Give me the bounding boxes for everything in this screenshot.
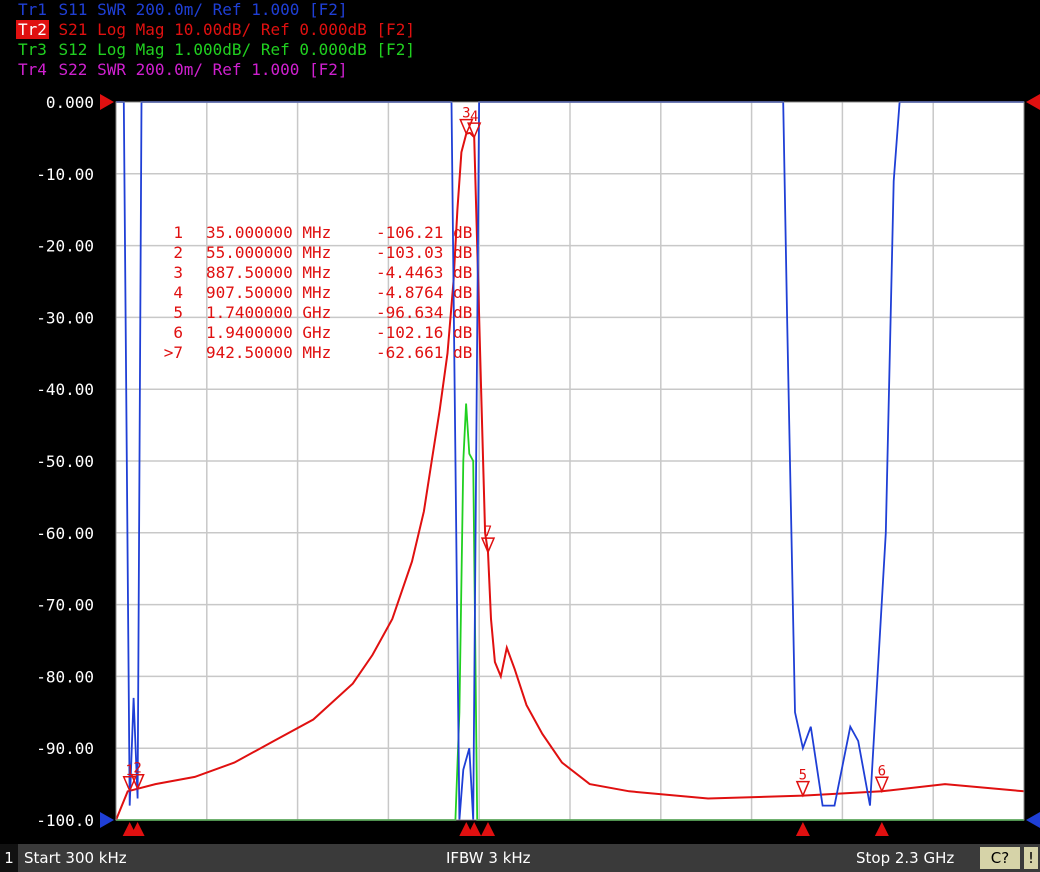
trace-settings: S21 Log Mag 10.00dB/ Ref 0.000dB [F2]	[48, 20, 415, 39]
trace-id[interactable]: Tr2	[16, 20, 49, 39]
stop-frequency[interactable]: Stop 2.3 GHz	[856, 849, 954, 867]
marker-row-freq: 1.9400000 GHz	[206, 323, 331, 342]
marker-label: 4	[470, 109, 478, 125]
y-tick-label: -60.00	[36, 524, 94, 543]
y-tick-label: -50.00	[36, 452, 94, 471]
y-tick-label: -30.00	[36, 308, 94, 327]
marker-row-freq: 55.000000 MHz	[206, 243, 331, 262]
y-tick-label: -10.00	[36, 165, 94, 184]
trace-settings: S12 Log Mag 1.000dB/ Ref 0.000dB [F2]	[48, 40, 415, 59]
bottom-arrow-left	[100, 812, 114, 828]
marker-row-label: 3	[173, 263, 183, 282]
trace-settings: S11 SWR 200.0m/ Ref 1.000 [F2]	[48, 0, 348, 19]
channel-number[interactable]: 1	[0, 844, 18, 872]
marker-row-value: -106.21 dB	[376, 223, 472, 242]
ref-arrow-left	[100, 94, 114, 110]
marker-row-freq: 942.50000 MHz	[206, 343, 331, 362]
marker-label: 2	[133, 761, 141, 777]
trace-settings: S22 SWR 200.0m/ Ref 1.000 [F2]	[48, 60, 348, 79]
marker-row-label: 5	[173, 303, 183, 322]
y-tick-label: -80.00	[36, 667, 94, 686]
trace-id[interactable]: Tr1	[16, 0, 49, 19]
trace-id[interactable]: Tr4	[16, 60, 49, 79]
marker-row-freq: 887.50000 MHz	[206, 263, 331, 282]
y-tick-label: -40.00	[36, 380, 94, 399]
trace-header-tr2[interactable]: Tr2 S21 Log Mag 10.00dB/ Ref 0.000dB [F2…	[16, 20, 415, 40]
marker-axis-icon	[481, 822, 496, 836]
marker-row-freq: 1.7400000 GHz	[206, 303, 331, 322]
marker-axis-icon	[874, 822, 889, 836]
trace-header-tr1[interactable]: Tr1 S11 SWR 200.0m/ Ref 1.000 [F2]	[16, 0, 348, 20]
marker-row-label: 4	[173, 283, 183, 302]
start-frequency[interactable]: Start 300 kHz	[24, 849, 127, 867]
marker-row-freq: 907.50000 MHz	[206, 283, 331, 302]
calibration-button[interactable]: C?	[980, 847, 1020, 869]
status-bar: 1 Start 300 kHz IFBW 3 kHz Stop 2.3 GHz …	[0, 844, 1040, 872]
marker-row-value: -96.634 dB	[376, 303, 472, 322]
y-tick-label: -20.00	[36, 237, 94, 256]
marker-row-value: -103.03 dB	[376, 243, 472, 262]
y-tick-label: -90.00	[36, 739, 94, 758]
ref-arrow-right	[1026, 94, 1040, 110]
marker-row-label: 1	[173, 223, 183, 242]
marker-label: 6	[878, 763, 886, 779]
marker-row-value: -4.4463 dB	[376, 263, 472, 282]
marker-row-label: 6	[173, 323, 183, 342]
warning-indicator[interactable]: !	[1024, 847, 1038, 869]
trace-id[interactable]: Tr3	[16, 40, 49, 59]
ifbw-setting[interactable]: IFBW 3 kHz	[446, 849, 531, 867]
marker-table: 1 35.000000 MHz -106.21 dB 2 55.000000 MHz -1…	[164, 223, 473, 362]
y-tick-label: -100.0	[36, 811, 94, 830]
marker-label: 7	[484, 524, 492, 540]
bottom-arrow-right	[1026, 812, 1040, 828]
marker-row-label: >7	[164, 343, 183, 362]
marker-row-value: -4.8764 dB	[376, 283, 472, 302]
y-tick-label: -70.00	[36, 596, 94, 615]
marker-label: 5	[799, 768, 807, 784]
marker-axis-icon	[795, 822, 810, 836]
marker-row-freq: 35.000000 MHz	[206, 223, 331, 242]
trace-header-tr3[interactable]: Tr3 S12 Log Mag 1.000dB/ Ref 0.000dB [F2…	[16, 40, 415, 60]
marker-row-label: 2	[173, 243, 183, 262]
marker-row-value: -62.661 dB	[376, 343, 472, 362]
y-tick-label: 0.000	[46, 93, 94, 112]
chart-canvas: 0.000 -10.00 -20.00 -30.00 -40.00 -50.00 -60.0…	[36, 93, 1040, 836]
marker-row-value: -102.16 dB	[376, 323, 472, 342]
trace-header-tr4[interactable]: Tr4 S22 SWR 200.0m/ Ref 1.000 [F2]	[16, 60, 348, 80]
